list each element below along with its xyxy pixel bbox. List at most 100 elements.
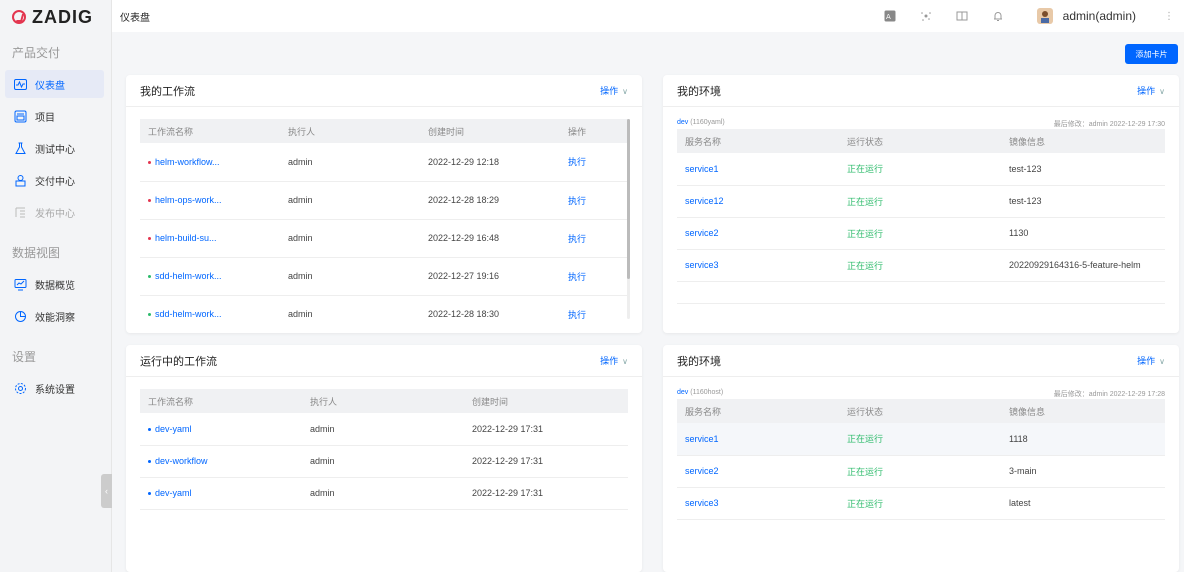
table-wrap: 工作流名称 执行人 创建时间 操作 helm-workflow... admin… [126, 107, 642, 333]
env-name-link[interactable]: dev (1160yaml) [677, 119, 725, 129]
sidebar: ZADIG 产品交付 仪表盘 项目 测试中心 交付中心 发布中心 数据视图 数据… [0, 0, 112, 572]
created-time-cell: 2022-12-27 19:16 [420, 257, 560, 296]
sparkle-icon[interactable] [919, 9, 933, 23]
executor-cell: admin [280, 181, 420, 220]
workflow-name-cell: sdd-helm-work... [140, 257, 280, 296]
monitor-chart-icon [14, 278, 27, 291]
status-cell: 正在运行 [839, 249, 1001, 282]
logo[interactable]: ZADIG [0, 0, 111, 34]
service-cell: service3 [677, 249, 839, 282]
action-cell: 执行 [560, 257, 628, 296]
service-cell: service3 [677, 487, 839, 520]
service-link[interactable]: service2 [685, 466, 719, 476]
run-link[interactable]: 执行 [568, 196, 586, 206]
sidebar-item-release-center[interactable]: 发布中心 [5, 198, 104, 226]
run-link[interactable]: 执行 [568, 272, 586, 282]
scrollbar[interactable] [627, 119, 630, 319]
workflow-link[interactable]: dev-workflow [155, 456, 208, 466]
sidebar-item-test-center[interactable]: 测试中心 [5, 134, 104, 162]
card-operate-dropdown[interactable]: 操作 ∨ [1137, 354, 1165, 367]
card-operate-dropdown[interactable]: 操作 ∨ [600, 84, 628, 97]
username[interactable]: admin(admin) [1063, 9, 1136, 23]
avatar[interactable] [1036, 8, 1053, 24]
service-link[interactable]: service3 [685, 260, 719, 270]
status-dot-icon [148, 492, 151, 496]
sidebar-item-label: 项目 [35, 112, 55, 124]
env-meta: dev (1160host) 最后修改：admin 2022-12-29 17:… [663, 389, 1179, 399]
image-cell: 1130 [1001, 217, 1165, 250]
run-link[interactable]: 执行 [568, 234, 586, 244]
workflow-link[interactable]: helm-build-su... [155, 233, 217, 243]
flask-icon [14, 142, 27, 155]
col-header: 执行人 [302, 389, 464, 413]
workflow-name-cell: helm-workflow... [140, 143, 280, 182]
run-link[interactable]: 执行 [568, 310, 586, 320]
card-title: 我的环境 [677, 355, 721, 368]
table-row: dev-yaml admin 2022-12-29 17:31 [140, 477, 628, 510]
sidebar-item-label: 交付中心 [35, 176, 75, 188]
service-link[interactable]: service3 [685, 498, 719, 508]
status-cell: 正在运行 [839, 217, 1001, 250]
created-time-cell: 2022-12-28 18:30 [420, 295, 560, 333]
workflow-link[interactable]: sdd-helm-work... [155, 309, 222, 319]
topbar-actions: A admin(admin) ⋮ [861, 0, 1184, 32]
image-cell: latest [1001, 487, 1165, 520]
sidebar-item-dashboard[interactable]: 仪表盘 [5, 70, 104, 98]
executor-cell: admin [280, 143, 420, 182]
image-cell: 3-main [1001, 455, 1165, 488]
env-card-2: 我的环境 操作 ∨ dev (1160host) 最后修改：admin 2022-… [663, 345, 1179, 572]
chevron-down-icon: ∨ [622, 87, 628, 96]
sidebar-collapse-button[interactable]: ‹ [101, 474, 112, 508]
sidebar-item-system-settings[interactable]: 系统设置 [5, 374, 104, 402]
table-row-empty [677, 281, 1165, 304]
table-row: dev-workflow admin 2022-12-29 17:31 [140, 445, 628, 478]
sidebar-item-delivery-center[interactable]: 交付中心 [5, 166, 104, 194]
add-card-button[interactable]: 添加卡片 [1125, 44, 1178, 64]
my-workflows-card: 我的工作流 操作 ∨ 工作流名称 执行人 创建时间 操作 helm-workflo… [126, 75, 642, 333]
sidebar-item-insight[interactable]: 效能洞察 [5, 302, 104, 330]
pie-chart-icon [14, 310, 27, 323]
workflow-link[interactable]: helm-ops-work... [155, 195, 222, 205]
workflow-link[interactable]: dev-yaml [155, 488, 192, 498]
scrollbar-thumb[interactable] [627, 119, 630, 279]
executor-cell: admin [280, 257, 420, 296]
status-cell: 正在运行 [839, 487, 1001, 520]
card-operate-dropdown[interactable]: 操作 ∨ [600, 354, 628, 367]
service-link[interactable]: service2 [685, 228, 719, 238]
workflow-name-cell: helm-ops-work... [140, 181, 280, 220]
sidebar-item-label: 测试中心 [35, 144, 75, 156]
env-name-link[interactable]: dev (1160host) [677, 389, 723, 399]
sidebar-item-projects[interactable]: 项目 [5, 102, 104, 130]
language-icon[interactable]: A [883, 9, 897, 23]
card-operate-dropdown[interactable]: 操作 ∨ [1137, 84, 1165, 97]
status-cell: 正在运行 [839, 423, 1001, 456]
status-cell: 正在运行 [839, 153, 1001, 186]
chevron-down-icon: ∨ [1159, 357, 1165, 366]
workflow-link[interactable]: sdd-helm-work... [155, 271, 222, 281]
book-icon[interactable] [955, 9, 969, 23]
table-row: dev-yaml admin 2022-12-29 17:31 [140, 413, 628, 446]
col-header: 创建时间 [464, 389, 628, 413]
image-cell: test-123 [1001, 185, 1165, 218]
running-workflows-card: 运行中的工作流 操作 ∨ 工作流名称 执行人 创建时间 dev-yaml admi… [126, 345, 642, 572]
table-row: service12 正在运行 test-123 [677, 185, 1165, 218]
card-header: 我的环境 操作 ∨ [663, 75, 1179, 107]
table-header-row: 服务名称 运行状态 镜像信息 [677, 399, 1165, 423]
more-vertical-icon[interactable]: ⋮ [1164, 11, 1174, 22]
service-link[interactable]: service12 [685, 196, 724, 206]
logo-text: ZADIG [32, 6, 93, 27]
pulse-icon [14, 78, 27, 91]
workflow-link[interactable]: helm-workflow... [155, 157, 220, 167]
table-wrap: 工作流名称 执行人 创建时间 dev-yaml admin 2022-12-29… [126, 377, 642, 510]
col-header: 创建时间 [420, 119, 560, 143]
service-link[interactable]: service1 [685, 434, 719, 444]
table-row: service3 正在运行 20220929164316-5-feature-h… [677, 249, 1165, 282]
workflow-link[interactable]: dev-yaml [155, 424, 192, 434]
run-link[interactable]: 执行 [568, 157, 586, 167]
card-header: 运行中的工作流 操作 ∨ [126, 345, 642, 377]
bell-icon[interactable] [991, 9, 1005, 23]
sidebar-item-data-overview[interactable]: 数据概览 [5, 270, 104, 298]
service-link[interactable]: service1 [685, 164, 719, 174]
chevron-down-icon: ∨ [622, 357, 628, 366]
executor-cell: admin [302, 477, 464, 510]
